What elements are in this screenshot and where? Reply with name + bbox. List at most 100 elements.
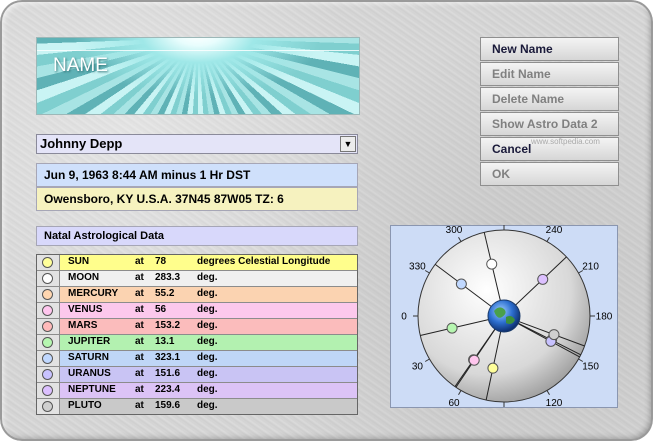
planet-swatch-cell — [37, 399, 60, 414]
delete-name-button[interactable]: Delete Name — [480, 87, 619, 111]
planet-row-mercury: MERCURY at 55.2 deg. — [37, 287, 357, 303]
planet-name: MOON — [68, 272, 100, 283]
planet-dot-icon — [42, 321, 53, 332]
wheel-tick-label: 330 — [409, 262, 426, 273]
planet-dot-icon — [42, 401, 53, 412]
wheel-tick-label: 300 — [446, 225, 463, 236]
planet-dot-icon — [42, 353, 53, 364]
planet-swatch-cell — [37, 271, 60, 286]
planet-row-pluto: PLUTO at 159.6 deg. — [37, 399, 357, 414]
natal-data-header: Natal Astrological Data — [36, 226, 358, 246]
wheel-tick-label: 210 — [582, 262, 599, 273]
planet-unit: deg. — [197, 320, 218, 331]
planet-dot-icon — [42, 369, 53, 380]
planet-row-saturn: SATURN at 323.1 deg. — [37, 351, 357, 367]
planet-row-uranus: URANUS at 151.6 deg. — [37, 367, 357, 383]
planet-unit: deg. — [197, 336, 218, 347]
planet-marker-pluto — [548, 329, 560, 341]
planet-row-mars: MARS at 153.2 deg. — [37, 319, 357, 335]
planet-marker-venus — [468, 354, 480, 366]
planet-marker-sun — [487, 362, 499, 374]
planet-swatch-cell — [37, 367, 60, 382]
planet-longitude: 13.1 — [155, 336, 175, 347]
planet-dot-icon — [42, 385, 53, 396]
banner-line — [37, 50, 359, 51]
planet-name: URANUS — [68, 368, 111, 379]
new-name-button[interactable]: New Name — [480, 37, 619, 61]
planet-longitude: 323.1 — [155, 352, 181, 363]
planet-at-label: at — [135, 368, 144, 379]
planet-unit: deg. — [197, 304, 218, 315]
edit-name-button[interactable]: Edit Name — [480, 62, 619, 86]
planet-longitude: 55.2 — [155, 288, 175, 299]
planet-unit: deg. — [197, 352, 218, 363]
ok-button[interactable]: OK — [480, 162, 619, 186]
planet-at-label: at — [135, 320, 144, 331]
planet-longitude: 223.4 — [155, 384, 181, 395]
planet-name: JUPITER — [68, 336, 111, 347]
planet-swatch-cell — [37, 303, 60, 318]
planet-row-jupiter: JUPITER at 13.1 deg. — [37, 335, 357, 351]
planet-unit: deg. — [197, 368, 218, 379]
planet-swatch-cell — [37, 351, 60, 366]
chevron-down-icon[interactable]: ▼ — [340, 136, 356, 152]
wheel-tick-label: 150 — [582, 362, 599, 373]
planet-swatch-cell — [37, 319, 60, 334]
planet-name: VENUS — [68, 304, 103, 315]
planet-dot-icon — [42, 289, 53, 300]
banner-title: NAME — [53, 55, 108, 76]
planet-dot-icon — [42, 273, 53, 284]
wheel-tick-label: 60 — [448, 398, 460, 408]
wheel-tick-label: 120 — [546, 398, 563, 408]
planet-marker-moon — [486, 258, 498, 270]
name-dropdown[interactable]: Johnny Depp ▼ — [36, 134, 358, 154]
planet-name: MARS — [68, 320, 98, 331]
planet-row-sun: SUN at 78 degrees Celestial Longitude — [37, 255, 357, 271]
wheel-tick-label: 0 — [401, 312, 407, 323]
planet-marker-neptune — [537, 273, 549, 285]
planet-name: NEPTUNE — [68, 384, 116, 395]
planet-dot-icon — [42, 337, 53, 348]
planet-dot-icon — [42, 257, 53, 268]
watermark: www.softpedia.com — [531, 137, 600, 146]
planet-unit: degrees Celestial Longitude — [197, 256, 331, 267]
planet-dot-icon — [42, 305, 53, 316]
planet-table: SUN at 78 degrees Celestial Longitude MOON at… — [36, 254, 358, 415]
planet-marker-saturn — [455, 278, 467, 290]
planet-swatch-cell — [37, 383, 60, 398]
button-panel: New Name Edit Name Delete Name Show Astro D… — [480, 37, 619, 187]
planet-at-label: at — [135, 272, 144, 283]
planet-name: PLUTO — [68, 400, 102, 411]
wheel-tick-label: 240 — [546, 225, 563, 236]
planet-unit: deg. — [197, 400, 218, 411]
birth-date-line: Jun 9, 1963 8:44 AM minus 1 Hr DST — [36, 163, 358, 187]
planet-longitude: 78 — [155, 256, 167, 267]
planet-at-label: at — [135, 256, 144, 267]
wheel-tick-label: 180 — [596, 312, 613, 323]
planet-longitude: 283.3 — [155, 272, 181, 283]
planet-longitude: 56 — [155, 304, 167, 315]
planet-at-label: at — [135, 384, 144, 395]
planet-name: SATURN — [68, 352, 109, 363]
name-dropdown-value: Johnny Depp — [40, 136, 123, 151]
planet-longitude: 153.2 — [155, 320, 181, 331]
planet-longitude: 159.6 — [155, 400, 181, 411]
planet-marker-jupiter — [446, 322, 458, 334]
planet-at-label: at — [135, 336, 144, 347]
planet-swatch-cell — [37, 335, 60, 350]
planet-unit: deg. — [197, 384, 218, 395]
earth-icon — [487, 299, 521, 333]
planet-name: MERCURY — [68, 288, 119, 299]
planet-name: SUN — [68, 256, 90, 267]
show-astro-data-2-button[interactable]: Show Astro Data 2 — [480, 112, 619, 136]
wheel-tick-label: 30 — [412, 362, 424, 373]
planet-at-label: at — [135, 304, 144, 315]
planet-row-moon: MOON at 283.3 deg. — [37, 271, 357, 287]
planet-at-label: at — [135, 352, 144, 363]
planet-unit: deg. — [197, 272, 218, 283]
planet-row-neptune: NEPTUNE at 223.4 deg. — [37, 383, 357, 399]
app-window: NAME Johnny Depp ▼ Jun 9, 1963 8:44 AM m… — [0, 0, 653, 441]
planet-swatch-cell — [37, 255, 60, 270]
zodiac-wheel: 0 30 60 120 150 180 210 240 300 330 — [390, 225, 618, 408]
planet-unit: deg. — [197, 288, 218, 299]
